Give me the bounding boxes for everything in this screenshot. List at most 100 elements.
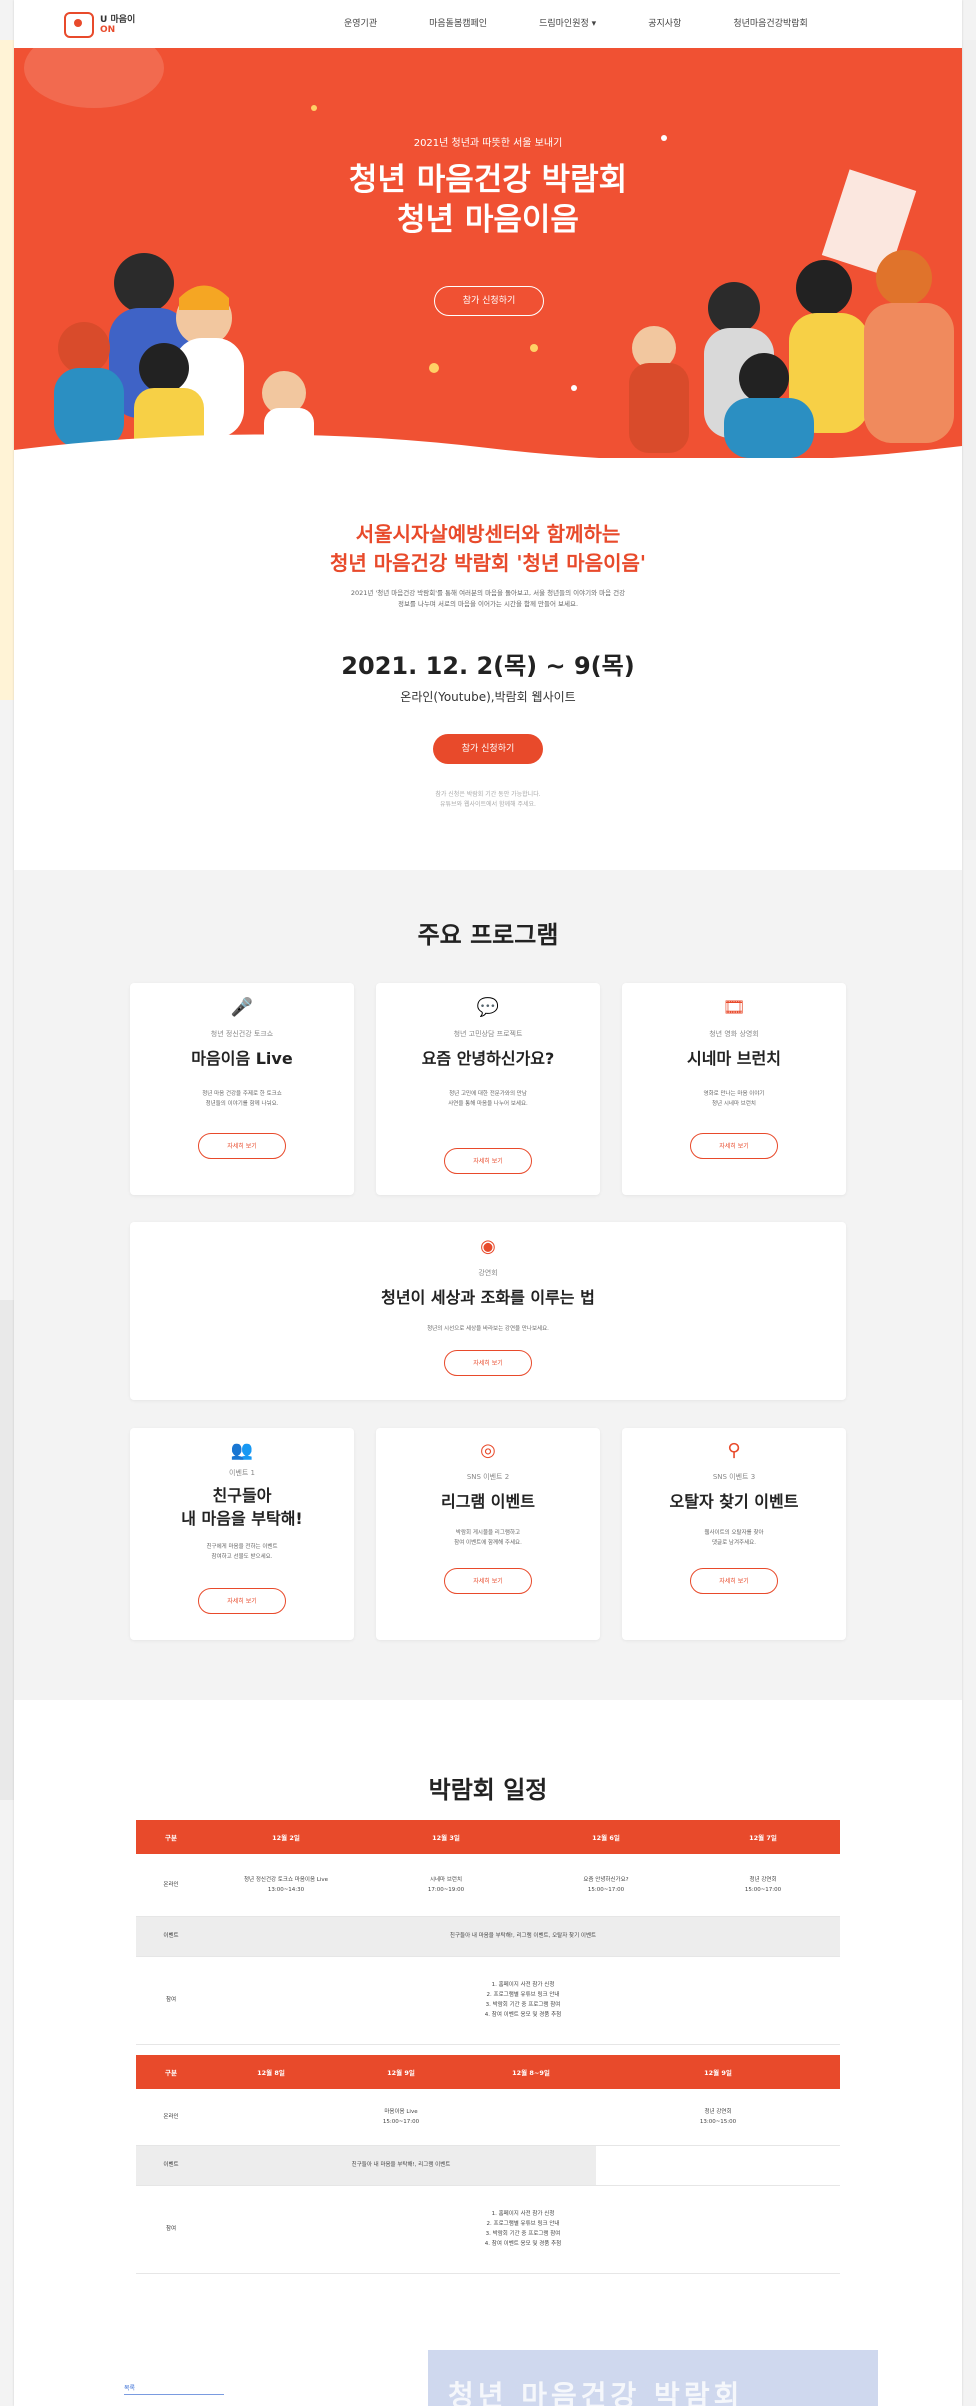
cell-time: 15:00~17:00 <box>744 1886 782 1893</box>
programs-section: 주요 프로그램 🎤 청년 정신건강 토크쇼 마음이음 Live 청년 마음 건강… <box>14 870 962 1700</box>
nav-item-notice[interactable]: 공지사항 <box>648 16 681 29</box>
card-desc: 청년 고민에 대한 전문가와의 만남사연을 통해 마음을 나누어 보세요. <box>390 1089 586 1109</box>
card-title-line: 친구들아 <box>212 1486 272 1505</box>
program-card-lecture: ◉ 강연회 청년이 세상과 조화를 이루는 법 청년의 시선으로 세상을 바라보… <box>130 1222 846 1400</box>
target-icon: ◉ <box>480 1236 496 1257</box>
card-detail-button[interactable]: 자세히 보기 <box>444 1350 532 1376</box>
hero-title-line1: 청년 마음건강 박람회 <box>348 162 628 198</box>
row-label: 이벤트 <box>136 2145 206 2186</box>
intro-note: 참가 신청은 박람회 기간 동안 가능합니다. 유튜브와 웹사이트에서 함께해 … <box>354 790 622 810</box>
hero-title-line2: 청년 마음이음 <box>397 202 579 238</box>
site-header: U 마음이 ON 운영기관 마음돌봄캠페인 드림마인원정 ▾ 공지사항 청년마음… <box>14 0 962 48</box>
card-detail-button[interactable]: 자세히 보기 <box>690 1133 778 1159</box>
program-card-live: 🎤 청년 정신건강 토크쇼 마음이음 Live 청년 마음 건강을 주제로 한 … <box>130 983 354 1195</box>
hero-illustration <box>24 48 954 458</box>
search-icon: ⚲ <box>727 1440 741 1461</box>
table-header: 12월 9일 <box>596 2055 840 2089</box>
card-desc-line: 참여하고 선물도 받으세요. <box>211 1554 273 1560</box>
site-logo[interactable]: U 마음이 ON <box>64 12 135 38</box>
schedule-table-1: 구분 12월 2일 12월 3일 12월 6일 12월 7일 온라인 청년 정신… <box>136 1820 840 2045</box>
card-desc-line: 청년 마음 건강을 주제로 한 토크쇼 <box>202 1091 282 1097</box>
table-header: 구분 <box>136 1820 206 1854</box>
table-header-row: 구분 12월 2일 12월 3일 12월 6일 12월 7일 <box>136 1820 840 1854</box>
nav-item-fair[interactable]: 청년마음건강박람회 <box>733 16 808 29</box>
nav-item-campaign[interactable]: 마음돌봄캠페인 <box>429 16 487 29</box>
bottom-banner[interactable]: 청년 마음건강 박람회 <box>428 2350 878 2406</box>
card-title: 리그램 이벤트 <box>441 1492 535 1511</box>
program-card-cinema: 🎞 청년 영화 상영회 시네마 브런치 영화로 만나는 마음 이야기 청년 시네마… <box>622 983 846 1195</box>
chevron-down-icon: ▾ <box>591 19 597 29</box>
program-card-friends: 👥 이벤트 1 친구들아 내 마음을 부탁해! 친구에게 마음을 전하는 이벤트 참… <box>130 1428 354 1640</box>
cell-text: 마음이음 Live <box>384 2108 418 2115</box>
row-label: 이벤트 <box>136 1916 206 1957</box>
table-header: 12월 8일 <box>206 2055 336 2089</box>
background-strip <box>0 40 14 700</box>
film-icon: 🎞 <box>722 997 746 1018</box>
schedule-title: 박람회 일정 <box>428 1776 548 1804</box>
intro-note-line: 유튜브와 웹사이트에서 함께해 주세요. <box>440 801 536 808</box>
footer-list-link[interactable]: 목록 <box>124 2384 224 2395</box>
nav-item-label: 드림마인원정 <box>539 19 589 29</box>
card-desc: 청년 마음 건강을 주제로 한 토크쇼 청년들의 이야기를 함께 나눠요. <box>144 1089 340 1109</box>
event-date: 2021. 12. 2(목) ~ 9(목) <box>341 652 635 680</box>
hero-subtitle: 2021년 청년과 따뜻한 서울 보내기 <box>413 138 563 149</box>
nav-item-dream[interactable]: 드림마인원정 ▾ <box>539 16 596 29</box>
table-cell: 1. 홈페이지 사전 참가 신청 2. 프로그램별 유튜브 링크 안내 3. 박… <box>206 2185 840 2274</box>
card-detail-button[interactable]: 자세히 보기 <box>444 1568 532 1594</box>
table-header: 구분 <box>136 2055 206 2089</box>
event-place: 온라인(Youtube),박람회 웹사이트 <box>400 690 576 704</box>
logo-icon <box>64 12 94 38</box>
intro-heading-line2: 청년 마음건강 박람회 '청년 마음이음' <box>329 551 647 575</box>
card-desc: 웹사이트의 오탈자를 찾아 댓글로 남겨주세요. <box>636 1528 832 1548</box>
logo-line1: U 마음이 <box>100 15 136 25</box>
cell-text: 요즘 안녕하신가요? <box>583 1876 629 1883</box>
card-detail-button[interactable]: 자세히 보기 <box>198 1133 286 1159</box>
intro-apply-button[interactable]: 참가 신청하기 <box>433 734 543 764</box>
cell-time: 13:00~15:00 <box>699 2118 737 2125</box>
cell-line: 4. 참여 이벤트 응모 및 경품 추첨 <box>484 2012 562 2018</box>
table-row: 이벤트 친구들아 내 마음을 부탁해!, 리그램 이벤트 <box>136 2145 840 2186</box>
table-row: 온라인 마음이음 Live 15:00~17:00 청년 강연회 13:00~15:… <box>136 2089 840 2146</box>
card-desc-line: 청년 고민에 대한 전문가와의 만남 <box>449 1091 527 1097</box>
cell-time: 17:00~19:00 <box>427 1886 465 1893</box>
program-card-counsel: 💬 청년 고민상담 프로젝트 요즘 안녕하신가요? 청년 고민에 대한 전문가와… <box>376 983 600 1195</box>
card-title: 청년이 세상과 조화를 이루는 법 <box>381 1288 595 1307</box>
table-header: 12월 7일 <box>686 1820 840 1854</box>
card-detail-button[interactable]: 자세히 보기 <box>690 1568 778 1594</box>
cell-line: 1. 홈페이지 사전 참가 신청 <box>491 1982 555 1988</box>
hero-apply-button[interactable]: 참가 신청하기 <box>434 286 544 316</box>
card-detail-button[interactable]: 자세히 보기 <box>444 1148 532 1174</box>
card-category: SNS 이벤트 2 <box>466 1473 510 1481</box>
card-desc-line: 사연을 통해 마음을 나누어 보세요. <box>448 1101 528 1107</box>
card-title: 요즘 안녕하신가요? <box>421 1049 555 1068</box>
cell-line: 2. 프로그램별 유튜브 링크 안내 <box>486 1992 560 1998</box>
main-nav: 운영기관 마음돌봄캠페인 드림마인원정 ▾ 공지사항 청년마음건강박람회 <box>344 16 808 29</box>
background-strip <box>962 40 976 840</box>
table-row: 온라인 청년 정신건강 토크쇼 마음이음 Live 13:00~14:30 시네마… <box>136 1854 840 1917</box>
card-detail-button[interactable]: 자세히 보기 <box>198 1588 286 1614</box>
page: U 마음이 ON 운영기관 마음돌봄캠페인 드림마인원정 ▾ 공지사항 청년마음… <box>14 0 962 2406</box>
cell-text: 시네마 브런치 <box>429 1876 463 1883</box>
chat-bubble-icon: 💬 <box>476 997 500 1018</box>
banner-text: 청년 마음건강 박람회 <box>448 2379 744 2406</box>
card-desc-line: 박람회 게시물을 리그램하고 <box>455 1530 521 1536</box>
table-header: 12월 6일 <box>526 1820 686 1854</box>
intro-note-line: 참가 신청은 박람회 기간 동안 가능합니다. <box>435 791 541 798</box>
table-row: 이벤트 친구들아 내 마음을 부탁해!, 리그램 이벤트, 오탈자 찾기 이벤트 <box>136 1916 840 1957</box>
row-label: 참여 <box>136 1956 206 2045</box>
cell-line: 3. 박람회 기간 중 프로그램 참여 <box>485 2231 561 2237</box>
card-title-line: 내 마음을 부탁해! <box>181 1509 303 1528</box>
card-desc: 박람회 게시물을 리그램하고 참여 이벤트에 함께해 주세요. <box>390 1528 586 1548</box>
table-cell: 1. 홈페이지 사전 참가 신청 2. 프로그램별 유튜브 링크 안내 3. 박… <box>206 1956 840 2045</box>
people-icon: 👥 <box>230 1440 254 1461</box>
logo-line2: ON <box>100 25 116 35</box>
background-strip <box>0 1300 14 1800</box>
intro-desc-line: 2021년 '청년 마음건강 박람회'를 통해 여러분의 마음을 돌아보고, 서… <box>350 589 626 597</box>
nav-item-about[interactable]: 운영기관 <box>344 16 377 29</box>
table-cell: 마음이음 Live 15:00~17:00 <box>336 2089 466 2146</box>
card-category: 청년 정신건강 토크쇼 <box>210 1030 274 1038</box>
instagram-icon: ◎ <box>480 1440 496 1461</box>
table-cell: 청년 정신건강 토크쇼 마음이음 Live 13:00~14:30 <box>206 1854 366 1917</box>
table-cell: 청년 강연회 13:00~15:00 <box>596 2089 840 2146</box>
cell-text: 청년 강연회 <box>704 2108 732 2115</box>
